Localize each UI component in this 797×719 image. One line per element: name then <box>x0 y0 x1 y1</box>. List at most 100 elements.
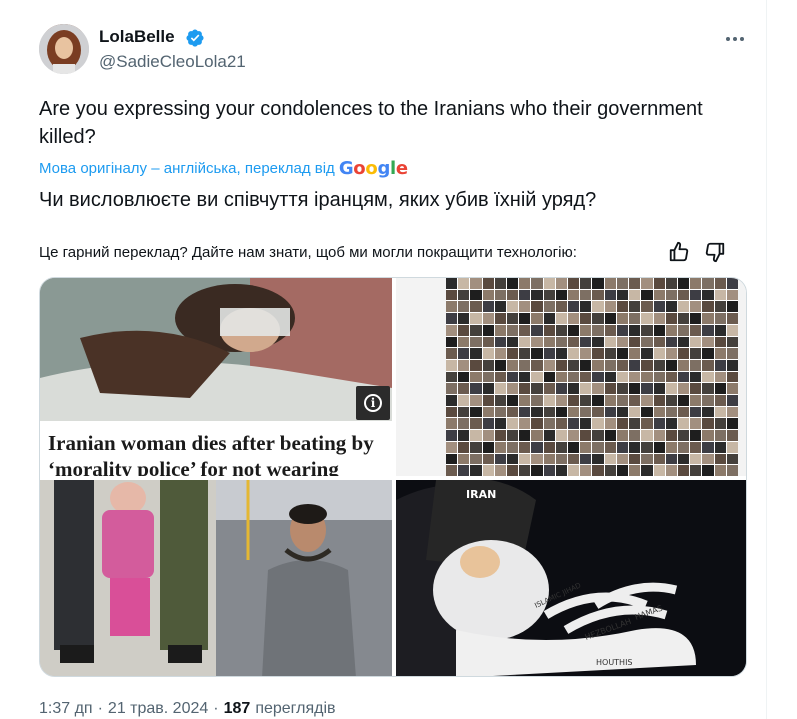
portrait-tile <box>726 441 738 453</box>
portrait-tile <box>702 336 714 348</box>
portrait-tile <box>653 289 665 301</box>
portrait-tile <box>616 336 629 348</box>
portrait-tile <box>616 430 629 441</box>
portrait-tile <box>458 348 470 359</box>
avatar[interactable] <box>39 24 89 74</box>
more-options-icon[interactable] <box>722 28 748 50</box>
thumbs-up-icon[interactable] <box>668 241 690 263</box>
info-icon[interactable]: i <box>356 386 390 420</box>
cartoon-label-iran: IRAN <box>466 488 496 501</box>
portrait-tile <box>458 359 470 371</box>
portrait-tile <box>555 371 568 383</box>
portrait-tile <box>653 359 665 371</box>
views-label: переглядів <box>255 700 336 717</box>
portrait-tile <box>677 418 690 430</box>
portrait-tile <box>690 383 702 395</box>
portrait-tile <box>519 395 531 406</box>
tweet-card: LolaBelle @SadieCleoLola21 Are you expre… <box>0 0 767 719</box>
child-photo <box>40 480 216 676</box>
portrait-tile <box>507 371 519 383</box>
portrait-tile <box>641 359 653 371</box>
portrait-tile <box>568 406 580 418</box>
portrait-tile <box>702 371 714 383</box>
portrait-tile <box>543 453 555 465</box>
portrait-tile <box>592 371 604 383</box>
cartoon-illustration: IRAN HEZBOLLAH HAMAS HOUTHIS ISLAMIC JIH… <box>396 480 746 676</box>
portrait-tile <box>531 348 543 359</box>
portrait-tile <box>580 395 592 406</box>
portrait-tile <box>568 371 580 383</box>
portrait-tile <box>507 289 519 301</box>
portrait-tile <box>458 430 470 441</box>
portrait-tile <box>702 465 714 476</box>
portrait-tile <box>568 313 580 324</box>
portrait-tile <box>482 371 494 383</box>
portrait-tile <box>470 453 482 465</box>
portrait-tile <box>494 395 507 406</box>
portrait-tile <box>604 324 616 336</box>
portrait-tile <box>555 324 568 336</box>
portrait-tile <box>519 406 531 418</box>
dot <box>733 37 737 41</box>
portrait-tile <box>702 395 714 406</box>
separator: · <box>97 700 103 717</box>
portrait-tile <box>470 383 482 395</box>
portrait-tile <box>543 383 555 395</box>
media-image-collage[interactable] <box>40 480 392 676</box>
portrait-tile <box>482 324 494 336</box>
portrait-tile <box>604 301 616 313</box>
portrait-tile <box>726 453 738 465</box>
portrait-tile <box>653 418 665 430</box>
portrait-tile <box>458 453 470 465</box>
portrait-tile <box>665 324 677 336</box>
portrait-tile <box>470 301 482 313</box>
thumbs-down-icon[interactable] <box>704 241 726 263</box>
portrait-tile <box>653 430 665 441</box>
portrait-tile <box>580 324 592 336</box>
portrait-tile <box>446 371 458 383</box>
translation-label: Мова оригіналу – англійська, переклад ві… <box>39 160 335 177</box>
portrait-tile <box>458 313 470 324</box>
portrait-tile <box>653 406 665 418</box>
display-name[interactable]: LolaBelle <box>99 27 175 47</box>
portrait-tile <box>568 395 580 406</box>
portrait-tile <box>665 383 677 395</box>
portrait-tile <box>653 313 665 324</box>
portrait-tile <box>470 313 482 324</box>
tweet-timestamp[interactable]: 1:37 дп · 21 трав. 2024 · 187 переглядів <box>39 700 336 718</box>
portrait-tile <box>616 301 629 313</box>
portrait-tile <box>616 278 629 289</box>
portrait-tile <box>494 313 507 324</box>
portrait-tile <box>458 395 470 406</box>
views-count: 187 <box>223 700 251 717</box>
media-image-news-article[interactable]: i Iranian woman dies after beating by ‘m… <box>40 278 392 476</box>
portrait-tile <box>543 395 555 406</box>
portrait-tile <box>714 371 726 383</box>
portrait-tile <box>494 301 507 313</box>
portrait-tile <box>494 336 507 348</box>
portrait-tile <box>531 383 543 395</box>
translation-attribution[interactable]: Мова оригіналу – англійська, переклад ві… <box>39 158 408 179</box>
handle[interactable]: @SadieCleoLola21 <box>99 52 246 72</box>
media-image-cartoon[interactable]: IRAN HEZBOLLAH HAMAS HOUTHIS ISLAMIC JIH… <box>396 480 746 676</box>
portrait-tile <box>446 324 458 336</box>
portrait-tile <box>519 371 531 383</box>
portrait-tile <box>726 289 738 301</box>
portrait-tile <box>629 453 641 465</box>
portrait-tile <box>641 406 653 418</box>
portrait-tile <box>616 395 629 406</box>
portrait-tile <box>629 278 641 289</box>
portrait-tile <box>592 359 604 371</box>
portrait-tile <box>714 395 726 406</box>
media-image-portrait-mosaic[interactable] <box>396 278 746 476</box>
portrait-tile <box>494 371 507 383</box>
portrait-tile <box>592 441 604 453</box>
portrait-tile <box>446 301 458 313</box>
portrait-tile <box>653 348 665 359</box>
portrait-tile <box>653 395 665 406</box>
tweet-time: 1:37 дп <box>39 700 93 717</box>
portrait-tile <box>726 348 738 359</box>
portrait-tile <box>531 418 543 430</box>
portrait-tile <box>507 465 519 476</box>
portrait-tile <box>702 418 714 430</box>
